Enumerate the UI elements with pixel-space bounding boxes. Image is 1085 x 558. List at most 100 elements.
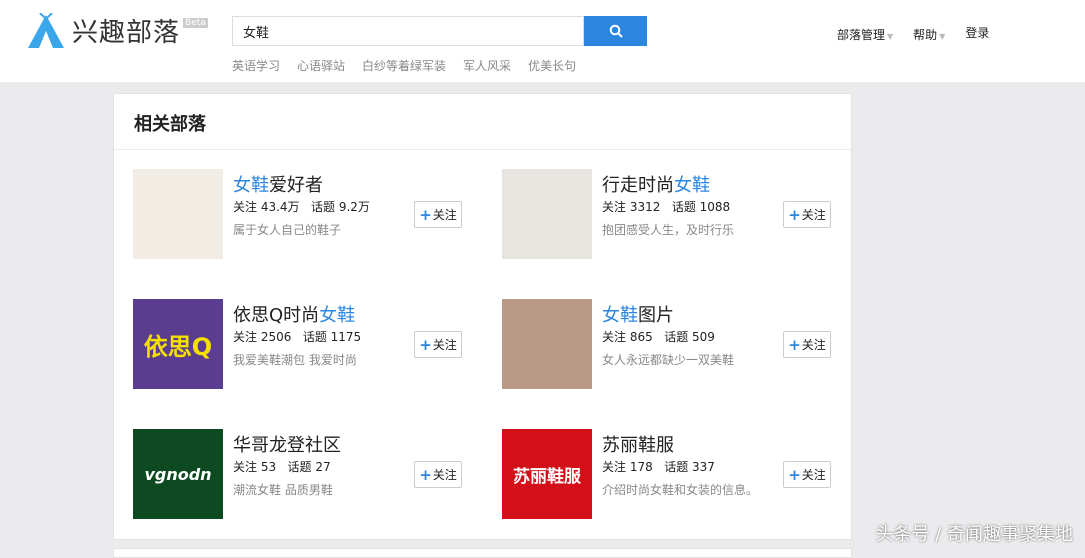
panel-title: 相关部落 (114, 94, 851, 150)
follow-button[interactable]: + 关注 (414, 461, 462, 488)
header: 兴趣部落 Beta 英语学习 心语驿站 白纱等着绿军装 军人风采 优美长句 部落… (0, 0, 1085, 82)
tribe-thumbnail[interactable]: 苏丽鞋服 (502, 429, 592, 519)
nav-manage-label: 部落管理 (837, 28, 886, 42)
topic-count: 话题 27 (287, 460, 331, 474)
hot-searches: 英语学习 心语驿站 白纱等着绿军装 军人风采 优美长句 (232, 57, 576, 74)
tribe-desc: 我爱美鞋潮包 我爱时尚 (233, 353, 357, 367)
tribe-stats: 关注 2506 话题 1175 (233, 328, 361, 345)
caret-down-icon: ▼ (939, 32, 946, 41)
tribe-item: 女鞋图片 关注 865 话题 509 女人永远都缺少一双美鞋 + 关注 (502, 299, 832, 389)
tribe-name[interactable]: 行走时尚女鞋 (602, 171, 710, 197)
hot-search-link[interactable]: 心语驿站 (297, 57, 345, 74)
tribe-stats: 关注 53 话题 27 (233, 458, 331, 475)
search-button[interactable] (584, 16, 647, 46)
follow-button[interactable]: + 关注 (783, 201, 831, 228)
tribe-thumbnail[interactable] (502, 299, 592, 389)
tribe-name[interactable]: 女鞋图片 (602, 301, 674, 327)
topic-count: 话题 1175 (302, 330, 362, 344)
name-text: 依思Q时尚 (233, 305, 320, 326)
hot-search-link[interactable]: 英语学习 (232, 57, 280, 74)
caret-down-icon: ▼ (887, 32, 894, 41)
nav-manage[interactable]: 部落管理 ▼ (837, 26, 893, 43)
tribe-desc: 潮流女鞋 品质男鞋 (233, 483, 333, 497)
tent-logo-icon (28, 12, 64, 48)
name-text: 图片 (638, 305, 674, 326)
nav-help-label: 帮助 (913, 28, 938, 42)
plus-icon: + (419, 205, 432, 224)
related-tribes-panel: 相关部落 女鞋爱好者 关注 43.4万 话题 9.2万 属于女人自己的鞋子 + 关… (113, 93, 852, 540)
follow-label: 关注 (432, 468, 457, 482)
tribe-name[interactable]: 依思Q时尚女鞋 (233, 301, 355, 327)
name-highlight: 女鞋 (319, 305, 356, 326)
name-text: 苏丽鞋服 (602, 435, 674, 456)
topic-count: 话题 337 (664, 460, 715, 474)
name-highlight: 女鞋 (233, 175, 269, 196)
name-text: 行走时尚 (602, 175, 674, 196)
tribe-item: 行走时尚女鞋 关注 3312 话题 1088 抱团感受人生，及时行乐 + 关注 (502, 169, 832, 259)
tribe-stats: 关注 3312 话题 1088 (602, 198, 730, 215)
follow-count: 关注 53 (233, 460, 277, 474)
tribe-desc: 介绍时尚女鞋和女装的信息。 (602, 483, 759, 497)
beta-badge: Beta (183, 18, 208, 28)
tribe-item: 女鞋爱好者 关注 43.4万 话题 9.2万 属于女人自己的鞋子 + 关注 (133, 169, 463, 259)
follow-label: 关注 (432, 338, 457, 352)
nav-help[interactable]: 帮助 ▼ (913, 26, 945, 43)
topic-count: 话题 9.2万 (311, 200, 370, 214)
hot-search-link[interactable]: 军人风采 (463, 57, 511, 74)
plus-icon: + (419, 465, 432, 484)
tribe-thumbnail[interactable] (133, 169, 223, 259)
search-icon (609, 24, 623, 38)
name-highlight: 女鞋 (674, 175, 710, 196)
watermark: 头条号 / 奇闻趣事聚集地 (875, 524, 1073, 545)
search-input[interactable] (232, 16, 584, 46)
hot-search-link[interactable]: 优美长句 (528, 57, 576, 74)
follow-button[interactable]: + 关注 (414, 331, 462, 358)
follow-button[interactable]: + 关注 (414, 201, 462, 228)
follow-count: 关注 178 (602, 460, 653, 474)
plus-icon: + (419, 335, 432, 354)
tribe-stats: 关注 43.4万 话题 9.2万 (233, 198, 370, 215)
follow-count: 关注 2506 (233, 330, 292, 344)
tribe-desc: 抱团感受人生，及时行乐 (602, 223, 735, 237)
nav-login[interactable]: 登录 (965, 24, 989, 41)
tribe-thumbnail[interactable] (502, 169, 592, 259)
tribe-item: vgnodn 华哥龙登社区 关注 53 话题 27 潮流女鞋 品质男鞋 + 关注 (133, 429, 463, 519)
follow-button[interactable]: + 关注 (783, 331, 831, 358)
top-nav: 部落管理 ▼ 帮助 ▼ 登录 (837, 26, 989, 43)
tribe-item: 苏丽鞋服 苏丽鞋服 关注 178 话题 337 介绍时尚女鞋和女装的信息。 + 关… (502, 429, 832, 519)
logo[interactable]: 兴趣部落 Beta (26, 12, 208, 49)
tribe-desc: 女人永远都缺少一双美鞋 (602, 353, 735, 367)
tribe-name[interactable]: 苏丽鞋服 (602, 431, 674, 457)
follow-count: 关注 43.4万 (233, 200, 300, 214)
follow-label: 关注 (801, 468, 826, 482)
follow-button[interactable]: + 关注 (783, 461, 831, 488)
topic-count: 话题 509 (664, 330, 715, 344)
plus-icon: + (788, 205, 801, 224)
plus-icon: + (788, 465, 801, 484)
follow-count: 关注 865 (602, 330, 653, 344)
next-panel (113, 548, 852, 558)
plus-icon: + (788, 335, 801, 354)
tribe-thumbnail[interactable]: 依思Q (133, 299, 223, 389)
tribe-desc: 属于女人自己的鞋子 (233, 223, 342, 237)
hot-search-link[interactable]: 白纱等着绿军装 (362, 57, 446, 74)
topic-count: 话题 1088 (671, 200, 731, 214)
tribe-name[interactable]: 华哥龙登社区 (233, 431, 341, 457)
follow-label: 关注 (801, 338, 826, 352)
tribe-stats: 关注 865 话题 509 (602, 328, 715, 345)
tribe-name[interactable]: 女鞋爱好者 (233, 171, 323, 197)
name-text: 爱好者 (269, 175, 323, 196)
thumbnail-text: 苏丽鞋服 (513, 466, 581, 487)
search-bar (232, 16, 647, 46)
follow-label: 关注 (432, 208, 457, 222)
logo-text: 兴趣部落 (72, 18, 181, 48)
tribe-stats: 关注 178 话题 337 (602, 458, 715, 475)
thumbnail-text: 依思Q (143, 332, 213, 361)
follow-count: 关注 3312 (602, 200, 661, 214)
tribe-item: 依思Q 依思Q时尚女鞋 关注 2506 话题 1175 我爱美鞋潮包 我爱时尚 … (133, 299, 463, 389)
tribe-thumbnail[interactable]: vgnodn (133, 429, 223, 519)
follow-label: 关注 (801, 208, 826, 222)
thumbnail-text: vgnodn (144, 464, 212, 484)
name-highlight: 女鞋 (602, 305, 638, 326)
name-text: 华哥龙登社区 (233, 435, 341, 456)
